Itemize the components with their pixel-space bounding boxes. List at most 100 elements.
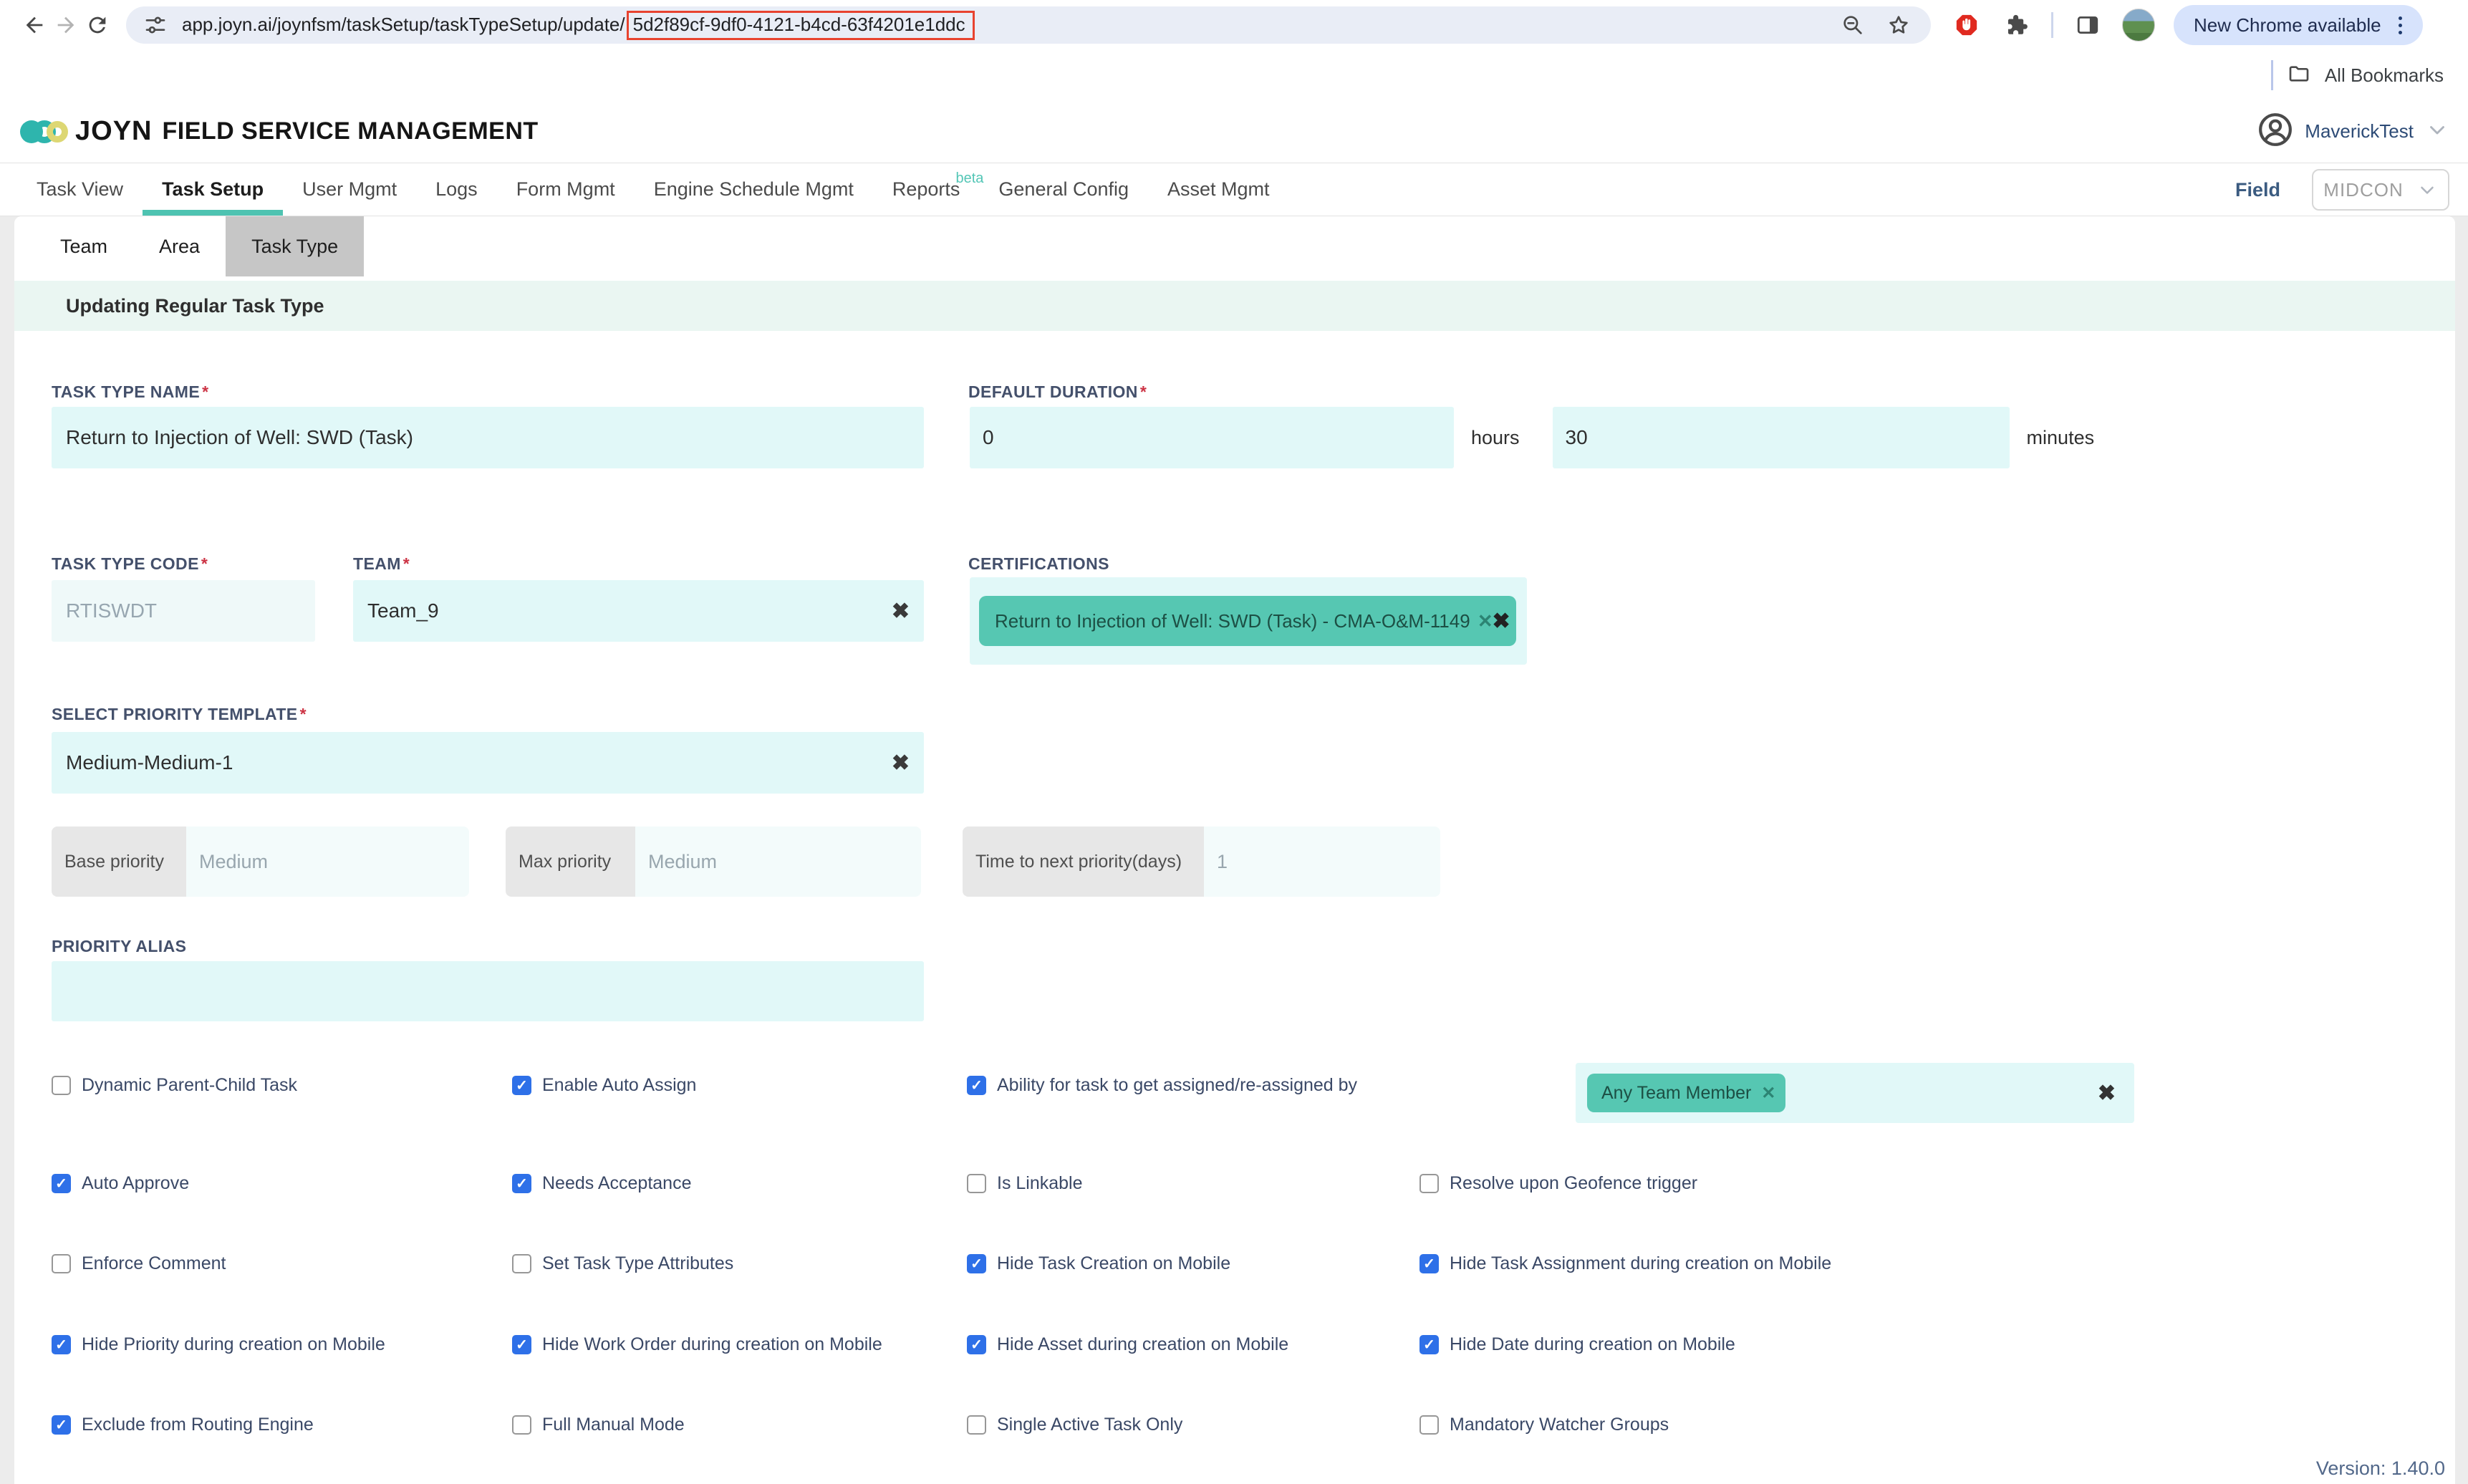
checkbox-hide-work-order-mobile[interactable]: ✓Hide Work Order during creation on Mobi… bbox=[512, 1334, 967, 1355]
menu-kebab-icon[interactable] bbox=[2389, 16, 2413, 34]
certifications-clear-icon[interactable]: ✖ bbox=[1493, 609, 1510, 634]
duration-minutes-input[interactable]: 30 bbox=[1553, 407, 2010, 468]
screen: app.joyn.ai/joynfsm/taskSetup/taskTypeSe… bbox=[0, 0, 2468, 1484]
subtab-row: Team Area Task Type bbox=[14, 216, 2455, 276]
checkbox-enable-auto-assign[interactable]: ✓Enable Auto Assign bbox=[512, 1075, 967, 1096]
nav-tab-asset-mgmt[interactable]: Asset Mgmt bbox=[1148, 163, 1289, 216]
team-label: TEAM* bbox=[353, 554, 410, 574]
certifications-field[interactable]: Return to Injection of Well: SWD (Task) … bbox=[970, 577, 1527, 665]
subtab-team[interactable]: Team bbox=[34, 216, 133, 276]
time-to-next-priority-label: Time to next priority(days) bbox=[963, 827, 1204, 897]
time-to-next-priority-value: 1 bbox=[1204, 827, 1440, 897]
task-type-name-value: Return to Injection of Well: SWD (Task) bbox=[66, 426, 413, 449]
nav-tab-task-setup[interactable]: Task Setup bbox=[143, 163, 283, 216]
certifications-label: CERTIFICATIONS bbox=[968, 554, 1109, 574]
checkbox-enforce-comment[interactable]: ✓Enforce Comment bbox=[52, 1253, 512, 1274]
reload-icon[interactable] bbox=[82, 9, 113, 41]
priority-alias-input[interactable] bbox=[52, 961, 924, 1021]
checkbox-icon: ✓ bbox=[52, 1174, 71, 1193]
subtab-task-type[interactable]: Task Type bbox=[226, 216, 364, 276]
nav-tab-task-view[interactable]: Task View bbox=[17, 163, 143, 216]
nav-tab-user-mgmt[interactable]: User Mgmt bbox=[283, 163, 416, 216]
base-priority-label: Base priority bbox=[52, 827, 186, 897]
folder-icon bbox=[2288, 62, 2310, 89]
certification-chip-label: Return to Injection of Well: SWD (Task) … bbox=[995, 610, 1470, 632]
new-chrome-label: New Chrome available bbox=[2194, 14, 2381, 37]
task-type-name-input[interactable]: Return to Injection of Well: SWD (Task) bbox=[52, 407, 924, 468]
user-chevron-down-icon[interactable] bbox=[2425, 117, 2449, 145]
adblock-icon[interactable] bbox=[1951, 9, 1982, 41]
checkbox-hide-priority-mobile[interactable]: ✓Hide Priority during creation on Mobile bbox=[52, 1334, 512, 1355]
any-team-member-chip-label: Any Team Member bbox=[1601, 1083, 1751, 1104]
team-value: Team_9 bbox=[367, 599, 439, 622]
minutes-unit-label: minutes bbox=[2027, 427, 2095, 449]
checkbox-resolve-geofence[interactable]: ✓Resolve upon Geofence trigger bbox=[1419, 1173, 2426, 1194]
nav-tab-general-config[interactable]: General Config bbox=[979, 163, 1148, 216]
checkbox-exclude-routing-engine[interactable]: ✓Exclude from Routing Engine bbox=[52, 1415, 512, 1435]
nav-tab-engine-schedule-mgmt[interactable]: Engine Schedule Mgmt bbox=[635, 163, 873, 216]
checkbox-ability-assigned-by[interactable]: ✓Ability for task to get assigned/re-ass… bbox=[967, 1075, 1419, 1096]
assigned-by-field[interactable]: Any Team Member ✕ ✖ bbox=[1576, 1063, 2134, 1123]
nav-tab-logs[interactable]: Logs bbox=[416, 163, 497, 216]
checkbox-full-manual-mode[interactable]: ✓Full Manual Mode bbox=[512, 1415, 967, 1435]
new-chrome-button[interactable]: New Chrome available bbox=[2174, 5, 2423, 45]
task-type-name-label: TASK TYPE NAME* bbox=[52, 382, 208, 402]
site-settings-icon[interactable] bbox=[140, 10, 170, 40]
user-icon[interactable] bbox=[2257, 112, 2293, 151]
checkbox-icon: ✓ bbox=[967, 1335, 986, 1354]
extensions-icon[interactable] bbox=[2001, 9, 2033, 41]
task-type-code-value: RTISWDT bbox=[66, 599, 157, 622]
team-select[interactable]: Team_9 ✖ bbox=[353, 580, 924, 642]
certification-chip: Return to Injection of Well: SWD (Task) … bbox=[979, 596, 1516, 646]
field-label: Field bbox=[2235, 179, 2280, 201]
subtab-area[interactable]: Area bbox=[133, 216, 226, 276]
user-name[interactable]: MaverickTest bbox=[2305, 120, 2414, 143]
bookmark-star-icon[interactable] bbox=[1884, 10, 1914, 40]
checkbox-dynamic-parent-child-task[interactable]: ✓Dynamic Parent-Child Task bbox=[52, 1075, 512, 1096]
browser-toolbar: app.joyn.ai/joynfsm/taskSetup/taskTypeSe… bbox=[0, 0, 2468, 50]
checkbox-needs-acceptance[interactable]: ✓Needs Acceptance bbox=[512, 1173, 967, 1194]
checkbox-icon: ✓ bbox=[967, 1174, 986, 1193]
side-panel-icon[interactable] bbox=[2072, 9, 2103, 41]
priority-template-value: Medium-Medium-1 bbox=[66, 751, 233, 774]
all-bookmarks-label[interactable]: All Bookmarks bbox=[2325, 64, 2444, 87]
checkbox-icon: ✓ bbox=[52, 1335, 71, 1354]
checkbox-icon: ✓ bbox=[1419, 1174, 1439, 1193]
certification-chip-remove-icon[interactable]: ✕ bbox=[1478, 610, 1493, 632]
checkbox-hide-asset-mobile[interactable]: ✓Hide Asset during creation on Mobile bbox=[967, 1334, 1419, 1355]
product-name: FIELD SERVICE MANAGEMENT bbox=[162, 117, 538, 145]
toolbar-divider bbox=[2051, 12, 2053, 38]
nav-tab-reports[interactable]: Reportsbeta bbox=[873, 163, 980, 216]
time-to-next-priority-group: Time to next priority(days) 1 bbox=[963, 827, 1440, 897]
task-setup-card: Team Area Task Type Updating Regular Tas… bbox=[14, 216, 2455, 1484]
priority-template-clear-icon[interactable]: ✖ bbox=[892, 751, 910, 776]
priority-alias-label: PRIORITY ALIAS bbox=[52, 937, 186, 956]
nav-tab-form-mgmt[interactable]: Form Mgmt bbox=[497, 163, 635, 216]
profile-avatar[interactable] bbox=[2122, 9, 2155, 42]
address-bar[interactable]: app.joyn.ai/joynfsm/taskSetup/taskTypeSe… bbox=[126, 6, 1931, 44]
checkbox-icon: ✓ bbox=[512, 1415, 531, 1435]
checkbox-icon: ✓ bbox=[1419, 1415, 1439, 1435]
team-clear-icon[interactable]: ✖ bbox=[892, 599, 910, 624]
checkbox-hide-task-creation-mobile[interactable]: ✓Hide Task Creation on Mobile bbox=[967, 1253, 1419, 1274]
checkbox-mandatory-watcher-groups[interactable]: ✓Mandatory Watcher Groups bbox=[1419, 1415, 2426, 1435]
any-team-member-chip: Any Team Member ✕ bbox=[1587, 1074, 1785, 1112]
checkbox-is-linkable[interactable]: ✓Is Linkable bbox=[967, 1173, 1419, 1194]
duration-minutes-value: 30 bbox=[1566, 426, 1588, 449]
back-icon[interactable] bbox=[19, 9, 50, 41]
checkbox-set-task-type-attributes[interactable]: ✓Set Task Type Attributes bbox=[512, 1253, 967, 1274]
checkbox-single-active-task[interactable]: ✓Single Active Task Only bbox=[967, 1415, 1419, 1435]
duration-hours-input[interactable]: 0 bbox=[970, 407, 1454, 468]
checkbox-hide-date-mobile[interactable]: ✓Hide Date during creation on Mobile bbox=[1419, 1334, 2426, 1355]
url-text: app.joyn.ai/joynfsm/taskSetup/taskTypeSe… bbox=[182, 11, 975, 40]
checkbox-hide-task-assignment-mobile[interactable]: ✓Hide Task Assignment during creation on… bbox=[1419, 1253, 2426, 1274]
zoom-out-icon[interactable] bbox=[1838, 10, 1868, 40]
field-select[interactable]: MIDCON bbox=[2312, 169, 2449, 211]
url-prefix: app.joyn.ai/joynfsm/taskSetup/taskTypeSe… bbox=[182, 14, 625, 35]
checkbox-auto-approve[interactable]: ✓Auto Approve bbox=[52, 1173, 512, 1194]
priority-template-select[interactable]: Medium-Medium-1 ✖ bbox=[52, 732, 924, 794]
checkbox-icon: ✓ bbox=[52, 1076, 71, 1095]
any-team-member-remove-icon[interactable]: ✕ bbox=[1761, 1083, 1775, 1104]
forward-icon[interactable] bbox=[50, 9, 82, 41]
assigned-by-clear-icon[interactable]: ✖ bbox=[2098, 1081, 2116, 1106]
